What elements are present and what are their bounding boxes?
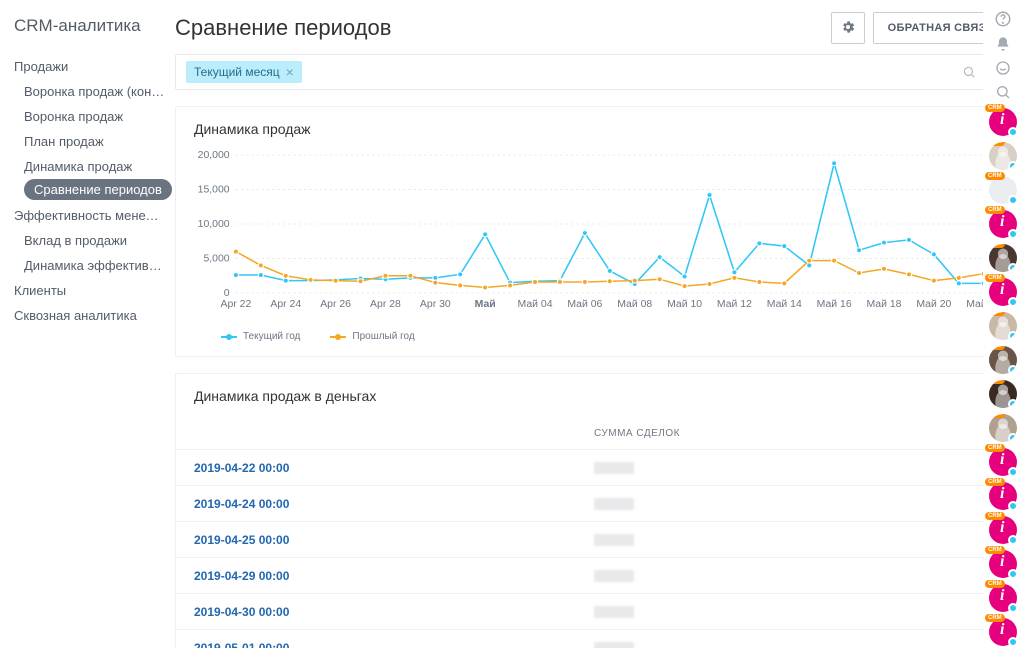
amount-blur [594,642,634,648]
svg-text:10,000: 10,000 [198,219,230,230]
settings-button[interactable] [831,12,865,44]
table-row: 2019-04-25 00:00 [176,521,1008,557]
page-title: Сравнение периодов [175,15,391,41]
svg-text:Май: Май [475,299,496,310]
sidebar-item[interactable]: Динамика эффективно… [24,253,165,278]
date-link[interactable]: 2019-04-25 00:00 [194,533,289,547]
date-link[interactable]: 2019-04-30 00:00 [194,605,289,619]
avatar[interactable]: CRM [989,108,1017,136]
sidebar-group[interactable]: Продажи [14,54,165,79]
search-rail-icon[interactable] [991,84,1015,100]
close-icon[interactable]: × [286,65,294,79]
svg-text:Май 16: Май 16 [817,299,852,310]
chart-panel: Динамика продаж 0 5,000 10,000 15,000 20,000… [175,106,1009,357]
avatar[interactable]: CRM [989,550,1017,578]
amount-blur [594,606,634,618]
svg-text:0: 0 [224,288,230,299]
table-col-empty [194,428,594,439]
filter-tag[interactable]: Текущий месяц × [186,61,302,83]
sidebar-group[interactable]: Клиенты [14,278,165,303]
table-title: Динамика продаж в деньгах [176,374,1008,418]
avatar[interactable]: CRM [989,210,1017,238]
right-rail: CRM CRM CRM CRM CRM CRM CRM CRM CRM CRM CRM CRM CRM C… [983,0,1023,648]
svg-text:Май 06: Май 06 [567,299,602,310]
avatar[interactable]: CRM [989,482,1017,510]
legend-current: Текущий год [221,331,300,342]
sidebar-item[interactable]: Вклад в продажи [24,228,165,253]
sidebar-item[interactable]: План продаж [24,129,165,154]
filter-tag-label: Текущий месяц [194,65,280,79]
search-icon[interactable] [962,65,976,79]
table-row: 2019-04-29 00:00 [176,557,1008,593]
svg-text:Apr 30: Apr 30 [420,299,451,310]
avatar[interactable]: CRM [989,380,1017,408]
svg-text:Май 18: Май 18 [866,299,901,310]
chart-title: Динамика продаж [176,107,1008,151]
sidebar-item[interactable]: Воронка продаж (конв… [24,79,165,104]
avatar[interactable]: CRM [989,312,1017,340]
filter-bar[interactable]: Текущий месяц × [175,54,1009,90]
sidebar-item[interactable]: Динамика продаж [24,154,165,179]
sidebar-item[interactable]: Воронка продаж [24,104,165,129]
svg-text:Apr 24: Apr 24 [270,299,301,310]
avatar[interactable]: CRM [989,516,1017,544]
avatar[interactable]: CRM [989,618,1017,646]
amount-blur [594,498,634,510]
chart-legend: Текущий год Прошлый год [176,323,1008,356]
avatar[interactable]: CRM [989,584,1017,612]
avatar[interactable]: CRM [989,278,1017,306]
bell-icon[interactable] [991,36,1015,52]
chat-icon[interactable] [991,60,1015,76]
table-row: 2019-04-30 00:00 [176,593,1008,629]
svg-text:Май 10: Май 10 [667,299,702,310]
amount-blur [594,462,634,474]
amount-blur [594,534,634,546]
sidebar-group[interactable]: Эффективность менеджер… [14,203,165,228]
gear-icon [840,19,856,38]
avatar[interactable]: CRM [989,244,1017,272]
sidebar-title: CRM-аналитика [14,16,165,36]
table-row: 2019-04-24 00:00 [176,485,1008,521]
avatar[interactable]: CRM [989,448,1017,476]
date-link[interactable]: 2019-04-29 00:00 [194,569,289,583]
svg-text:Май 14: Май 14 [767,299,802,310]
svg-text:Apr 28: Apr 28 [370,299,401,310]
amount-blur [594,570,634,582]
svg-text:Май 04: Май 04 [518,299,553,310]
avatar[interactable]: CRM [989,346,1017,374]
svg-text:Apr 26: Apr 26 [320,299,351,310]
legend-past: Прошлый год [330,331,414,342]
avatar[interactable]: CRM [989,142,1017,170]
table-panel: Динамика продаж в деньгах СУММА СДЕЛОК 2… [175,373,1009,648]
table-row: 2019-04-22 00:00 [176,449,1008,485]
table-row: 2019-05-01 00:00 [176,629,1008,648]
svg-text:Май 08: Май 08 [617,299,652,310]
main-content: Сравнение периодов ОБРАТНАЯ СВЯЗЬ Текущи… [165,0,1023,648]
svg-text:Apr 22: Apr 22 [220,299,251,310]
date-link[interactable]: 2019-05-01 00:00 [194,641,289,648]
svg-text:15,000: 15,000 [198,185,230,196]
sidebar-group[interactable]: Сквозная аналитика [14,303,165,328]
chart: 0 5,000 10,000 15,000 20,000 Apr 22 Apr 24 Apr … [194,151,990,311]
avatar[interactable]: CRM [989,414,1017,442]
sidebar: CRM-аналитика ПродажиВоронка продаж (кон… [0,0,165,648]
date-link[interactable]: 2019-04-22 00:00 [194,461,289,475]
table-col-amount: СУММА СДЕЛОК [594,428,990,439]
sidebar-item[interactable]: Сравнение периодов [24,179,172,200]
svg-text:Май 12: Май 12 [717,299,752,310]
svg-text:Май 20: Май 20 [916,299,951,310]
date-link[interactable]: 2019-04-24 00:00 [194,497,289,511]
avatar[interactable]: CRM [989,176,1017,204]
help-icon[interactable] [991,10,1015,28]
svg-text:5,000: 5,000 [203,254,229,265]
svg-text:20,000: 20,000 [198,151,230,161]
